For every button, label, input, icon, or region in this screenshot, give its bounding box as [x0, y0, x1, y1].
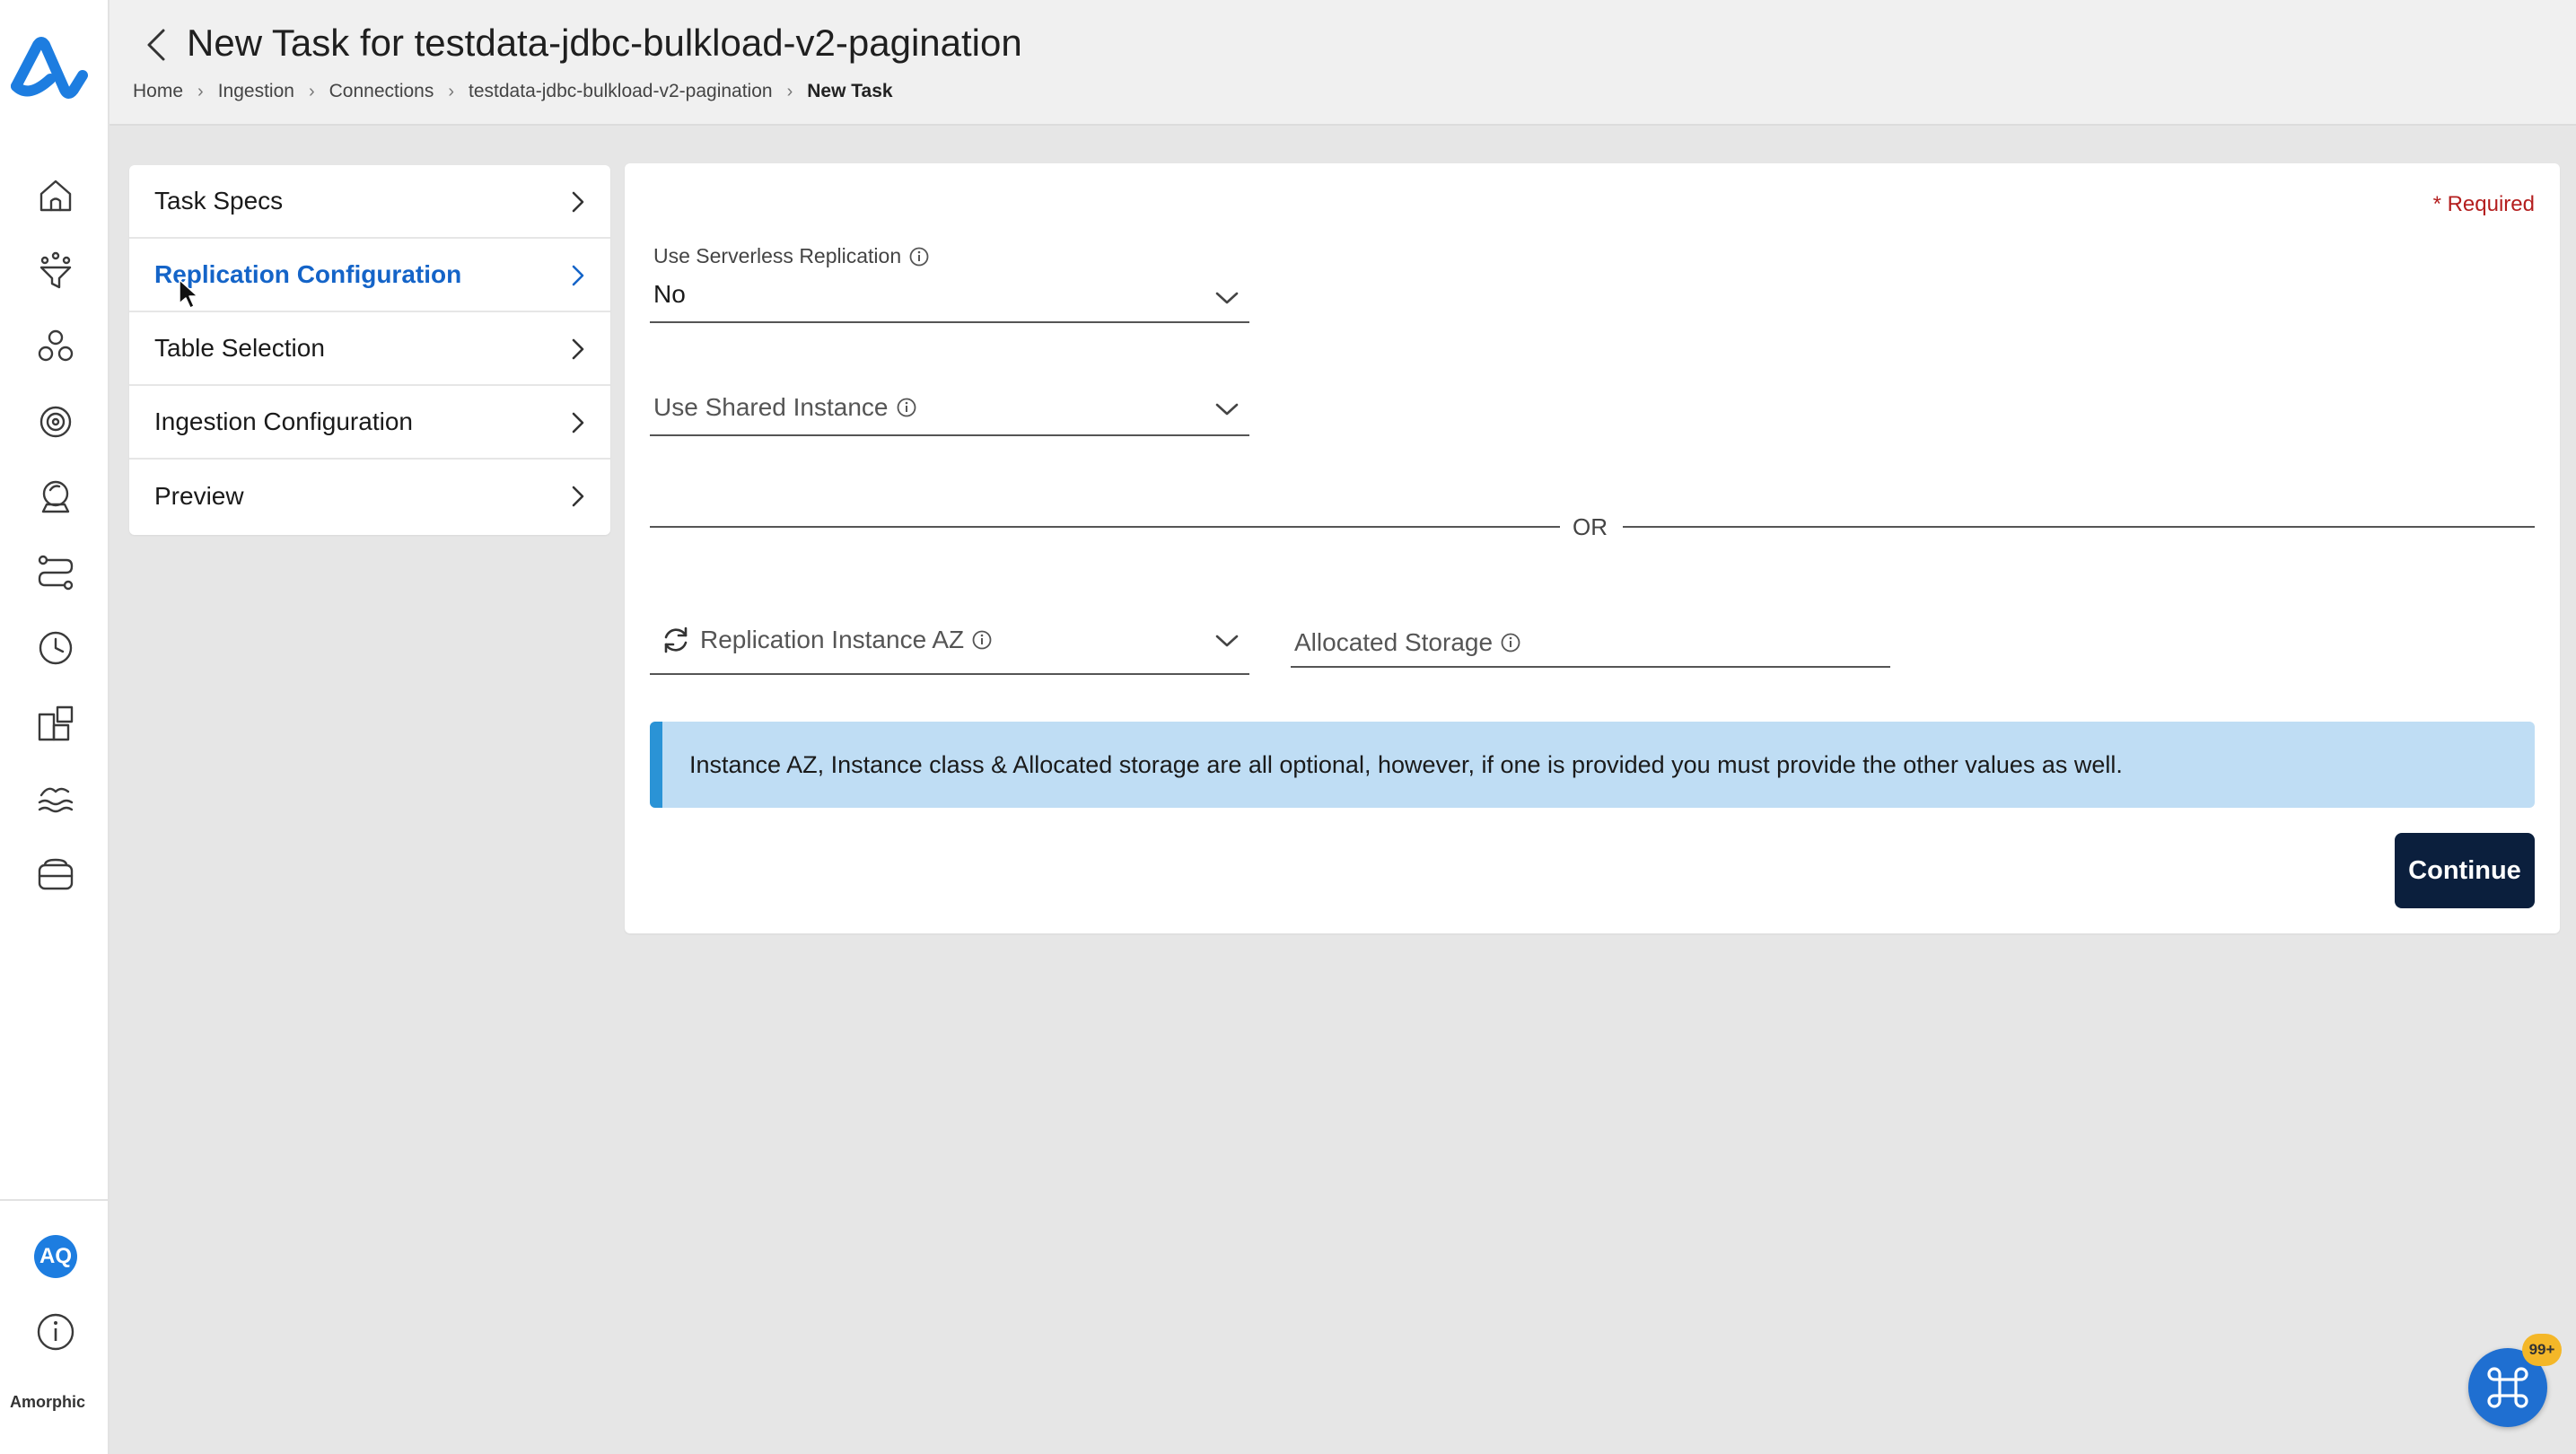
extensions-icon[interactable]	[32, 700, 79, 747]
datalake-icon[interactable]	[32, 775, 79, 822]
breadcrumb-home[interactable]: Home	[133, 81, 183, 102]
breadcrumb-connections[interactable]: Connections	[329, 81, 434, 102]
or-text: OR	[1573, 513, 1608, 540]
amorphic-logo-icon[interactable]	[11, 34, 90, 106]
field-underline	[650, 434, 1249, 436]
notification-badge: 99+	[2522, 1334, 2562, 1366]
back-arrow-icon[interactable]	[138, 25, 174, 65]
insights-icon[interactable]	[32, 474, 79, 521]
info-icon[interactable]	[908, 246, 930, 267]
task-steps-panel: Task Specs Replication Configuration Tab…	[129, 165, 610, 535]
notice-text: Instance AZ, Instance class & Allocated …	[689, 750, 2123, 778]
replication-instance-az-select[interactable]: Replication Instance AZ	[650, 610, 1249, 675]
chevron-right-icon	[572, 486, 584, 507]
page-title: New Task for testdata-jdbc-bulkload-v2-p…	[187, 22, 1022, 64]
ingestion-funnel-icon[interactable]	[32, 248, 79, 294]
breadcrumb-separator-icon: ›	[786, 81, 793, 101]
chevron-right-icon	[572, 338, 584, 360]
settings-gear-icon[interactable]	[32, 399, 79, 445]
refresh-icon[interactable]	[659, 623, 693, 657]
step-table-selection[interactable]: Table Selection	[129, 312, 610, 386]
pipelines-icon[interactable]	[32, 549, 79, 596]
step-label: Ingestion Configuration	[154, 407, 413, 435]
breadcrumb: Home › Ingestion › Connections › testdat…	[133, 81, 893, 102]
step-label: Replication Configuration	[154, 260, 462, 288]
or-divider-line	[1623, 526, 2535, 528]
chevron-right-icon	[572, 191, 584, 213]
step-ingestion-configuration[interactable]: Ingestion Configuration	[129, 386, 610, 460]
field-underline	[1291, 666, 1890, 668]
breadcrumb-separator-icon: ›	[197, 81, 204, 101]
user-avatar[interactable]: AQ	[34, 1235, 77, 1278]
step-preview[interactable]: Preview	[129, 460, 610, 533]
chevron-right-icon	[572, 265, 584, 286]
field-underline	[650, 673, 1249, 675]
sidebar-rail: AQ Amorphic	[0, 0, 110, 1454]
command-icon	[2487, 1367, 2528, 1408]
chevron-down-icon	[1215, 635, 1239, 647]
allocated-storage-input[interactable]: Allocated Storage	[1291, 621, 1890, 668]
breadcrumb-current: New Task	[807, 81, 893, 101]
chevron-down-icon	[1215, 292, 1239, 304]
serverless-replication-value: No	[653, 280, 686, 308]
shared-instance-label-text: Use Shared Instance	[653, 393, 889, 421]
datasets-icon[interactable]	[32, 323, 79, 370]
info-notice: Instance AZ, Instance class & Allocated …	[650, 722, 2535, 808]
shared-instance-label: Use Shared Instance	[653, 393, 917, 422]
or-divider-line	[650, 526, 1560, 528]
or-divider: OR	[650, 513, 2535, 540]
shared-instance-select[interactable]: Use Shared Instance	[650, 384, 1249, 436]
chevron-right-icon	[572, 412, 584, 434]
required-note: * Required	[2432, 192, 2535, 216]
mouse-cursor-icon	[179, 279, 198, 309]
step-label: Preview	[154, 482, 244, 510]
info-icon[interactable]	[1500, 632, 1521, 653]
breadcrumb-ingestion[interactable]: Ingestion	[218, 81, 294, 102]
info-icon[interactable]	[896, 397, 917, 418]
notice-accent-bar	[650, 722, 662, 808]
step-replication-configuration[interactable]: Replication Configuration	[129, 239, 610, 312]
continue-button[interactable]: Continue	[2395, 833, 2535, 908]
home-icon[interactable]	[32, 172, 79, 219]
page-header: New Task for testdata-jdbc-bulkload-v2-p…	[110, 0, 2576, 126]
rail-divider	[0, 1199, 108, 1201]
chevron-down-icon	[1215, 403, 1239, 416]
replication-instance-az-label-text: Replication Instance AZ	[700, 626, 965, 653]
serverless-replication-label: Use Serverless Replication	[653, 244, 930, 268]
serverless-replication-select[interactable]: Use Serverless Replication No	[650, 244, 1249, 323]
step-label: Task Specs	[154, 187, 284, 215]
breadcrumb-separator-icon: ›	[308, 81, 315, 101]
brand-name: Amorphic	[9, 1393, 85, 1411]
app-root: AQ Amorphic New Task for testdata-jdbc-b…	[0, 0, 2576, 1454]
schedules-clock-icon[interactable]	[32, 625, 79, 671]
allocated-storage-label: Allocated Storage	[1294, 628, 1521, 657]
step-task-specs[interactable]: Task Specs	[129, 165, 610, 239]
info-icon[interactable]	[971, 629, 993, 651]
field-underline	[650, 321, 1249, 323]
step-label: Table Selection	[154, 334, 325, 362]
storage-icon[interactable]	[32, 851, 79, 898]
breadcrumb-connection[interactable]: testdata-jdbc-bulkload-v2-pagination	[469, 81, 773, 102]
info-icon[interactable]	[34, 1310, 77, 1353]
serverless-replication-label-text: Use Serverless Replication	[653, 244, 902, 267]
replication-config-card: * Required Use Serverless Replication No…	[625, 163, 2560, 933]
replication-instance-az-label: Replication Instance AZ	[659, 623, 993, 657]
breadcrumb-separator-icon: ›	[448, 81, 455, 101]
allocated-storage-label-text: Allocated Storage	[1294, 628, 1494, 656]
